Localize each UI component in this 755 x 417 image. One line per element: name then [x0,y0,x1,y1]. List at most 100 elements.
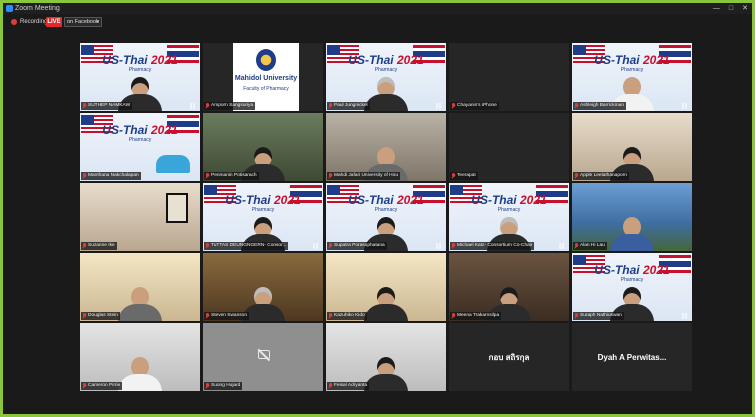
room-background [80,183,200,251]
participant-video [118,357,162,391]
muted-mic-icon [574,103,579,109]
participant-name: Penmanin Potisarach [211,173,257,178]
participant-name: Ashleigh Barrickman [580,103,624,108]
participant-tile[interactable]: Suzanne Ike [80,183,200,251]
participant-tile[interactable]: Dyah A Perwitas... [572,323,692,391]
muted-mic-icon [574,313,579,319]
us-thai-logo-sub: Pharmacy [374,67,398,73]
participant-tile[interactable]: Mahdi Jafari University of Hou [326,113,446,181]
participant-tile[interactable]: Feisal Adryanta [326,323,446,391]
participant-video [118,287,162,321]
participant-tile[interactable]: Kazuhiko Kido [326,253,446,321]
title-bar: Zoom Meeting — □ ✕ [3,3,752,14]
participant-name: Suraph Nathiuswan [580,313,622,318]
participant-name: Manthana Nakchalapan [88,173,139,178]
connection-icon [682,313,689,319]
participant-tile[interactable]: Douglas Stein [80,253,200,321]
us-thai-logo: US-Thai 2021 [348,193,424,207]
participant-tile[interactable]: US-Thai 2021 Pharmacy Ashleigh Barrickman [572,43,692,111]
camera-off-background [203,323,323,391]
muted-mic-icon [82,383,87,389]
muted-mic-icon [82,313,87,319]
participant-name-label: Penmanin Potisarach [204,172,259,180]
muted-mic-icon [574,173,579,179]
minimize-icon[interactable]: — [713,3,720,14]
window-title: Zoom Meeting [15,5,60,12]
maximize-icon[interactable]: □ [729,3,733,14]
participant-tile[interactable]: กอบ สถิรกุล [449,323,569,391]
participant-name: Cameron Pirrie [88,383,121,388]
participant-name-label: Amporn Sangsuriya [204,102,256,110]
participant-name-display: Dyah A Perwitas... [597,352,667,362]
participant-tile[interactable]: Mahidol University Faculty of Pharmacy Amp… [203,43,323,111]
participant-name: Michael Katz- Consortium Co-Chair [457,243,533,248]
participant-name-label: Supatra Porasuphatana [327,242,387,250]
muted-mic-icon [328,313,333,319]
participant-tile[interactable]: US-Thai 2021 Pharmacy SUTHEP NAMKAW [80,43,200,111]
participant-body [610,234,654,251]
participant-tile[interactable]: Alan Hi Lau [572,183,692,251]
connection-icon [436,103,443,109]
mahidol-background: Mahidol University Faculty of Pharmacy [203,43,323,111]
participant-tile[interactable]: Chayanin's iPhone [449,43,569,111]
participant-tile[interactable]: Penmanin Potisarach [203,113,323,181]
participant-name: Alan Hi Lau [580,243,605,248]
participant-name: Suong Hujard [211,383,241,388]
participant-tile[interactable]: US-Thai 2021 Pharmacy TuTTAS DEUNGNGERN- C… [203,183,323,251]
mahidol-seal-icon [256,49,276,71]
us-thai-logo: US-Thai 2021 [594,263,670,277]
participant-name: TuTTAS DEUNGNGERN- Consor... [211,243,287,248]
participant-name-label: Suzanne Ike [81,242,117,250]
us-thai-logo-sub: Pharmacy [251,207,275,213]
participant-name-label: Suong Hujard [204,382,243,390]
us-thai-banner-background: US-Thai 2021 Pharmacy [80,113,200,181]
participant-name: Meena Trakarnsilpa [457,313,500,318]
close-icon[interactable]: ✕ [742,3,748,14]
participant-tile[interactable]: Teerapat [449,113,569,181]
chevron-down-icon: ▾ [96,19,99,25]
participant-name-label: SUTHEP NAMKAW [81,102,133,110]
live-stream-dropdown[interactable]: on Facebook ▾ [64,17,102,27]
participant-name: Kazuhiko Kido [334,313,365,318]
participant-name-label: Apple Leelathanaporn [573,172,629,180]
muted-mic-icon [82,243,87,249]
participant-tile[interactable]: Apple Leelathanaporn [572,113,692,181]
participant-name-label: Kazuhiko Kido [327,312,367,320]
participant-video [610,217,654,251]
participant-tile[interactable]: Suong Hujard [203,323,323,391]
participant-name: Suzanne Ike [88,243,115,248]
participant-name: SUTHEP NAMKAW [88,103,131,108]
participant-name-label: Steven Swanson [204,312,250,320]
participant-name: Apple Leelathanaporn [580,173,627,178]
us-thai-logo-sub: Pharmacy [374,207,398,213]
muted-mic-icon [328,383,333,389]
muted-mic-icon [205,173,210,179]
participant-body [364,374,408,391]
muted-mic-icon [328,103,333,109]
participant-tile[interactable]: Steven Swanson [203,253,323,321]
us-thai-logo: US-Thai 2021 [594,53,670,67]
participant-name: Paul Jungnickel [334,103,368,108]
participant-tile[interactable]: US-Thai 2021 Pharmacy Manthana Nakchalapan [80,113,200,181]
participant-tile[interactable]: Meena Trakarnsilpa [449,253,569,321]
gallery-view: US-Thai 2021 Pharmacy SUTHEP NAMKAW Mahidol… [80,43,692,391]
participant-body [118,374,162,391]
recording-icon[interactable] [11,19,17,25]
recording-label: Recording [20,19,48,25]
participant-name-label: Suraph Nathiuswan [573,312,624,320]
muted-mic-icon [328,243,333,249]
participant-tile[interactable]: Cameron Pirrie [80,323,200,391]
stream-target-label: on Facebook [67,19,99,25]
participant-tile[interactable]: US-Thai 2021 Pharmacy Suraph Nathiuswan [572,253,692,321]
participant-name-label: Michael Katz- Consortium Co-Chair [450,242,535,250]
participant-tile[interactable]: US-Thai 2021 Pharmacy Michael Katz- Consor… [449,183,569,251]
participant-tile[interactable]: US-Thai 2021 Pharmacy Paul Jungnickel [326,43,446,111]
us-thai-logo-sub: Pharmacy [128,137,152,143]
window-controls: — □ ✕ [713,3,748,14]
participant-name: Chayanin's iPhone [457,103,497,108]
participant-body [364,304,408,321]
mahidol-card: Mahidol University Faculty of Pharmacy [233,43,299,111]
participant-body [364,94,408,111]
us-thai-logo-sub: Pharmacy [620,67,644,73]
participant-tile[interactable]: US-Thai 2021 Pharmacy Supatra Porasuphatan… [326,183,446,251]
